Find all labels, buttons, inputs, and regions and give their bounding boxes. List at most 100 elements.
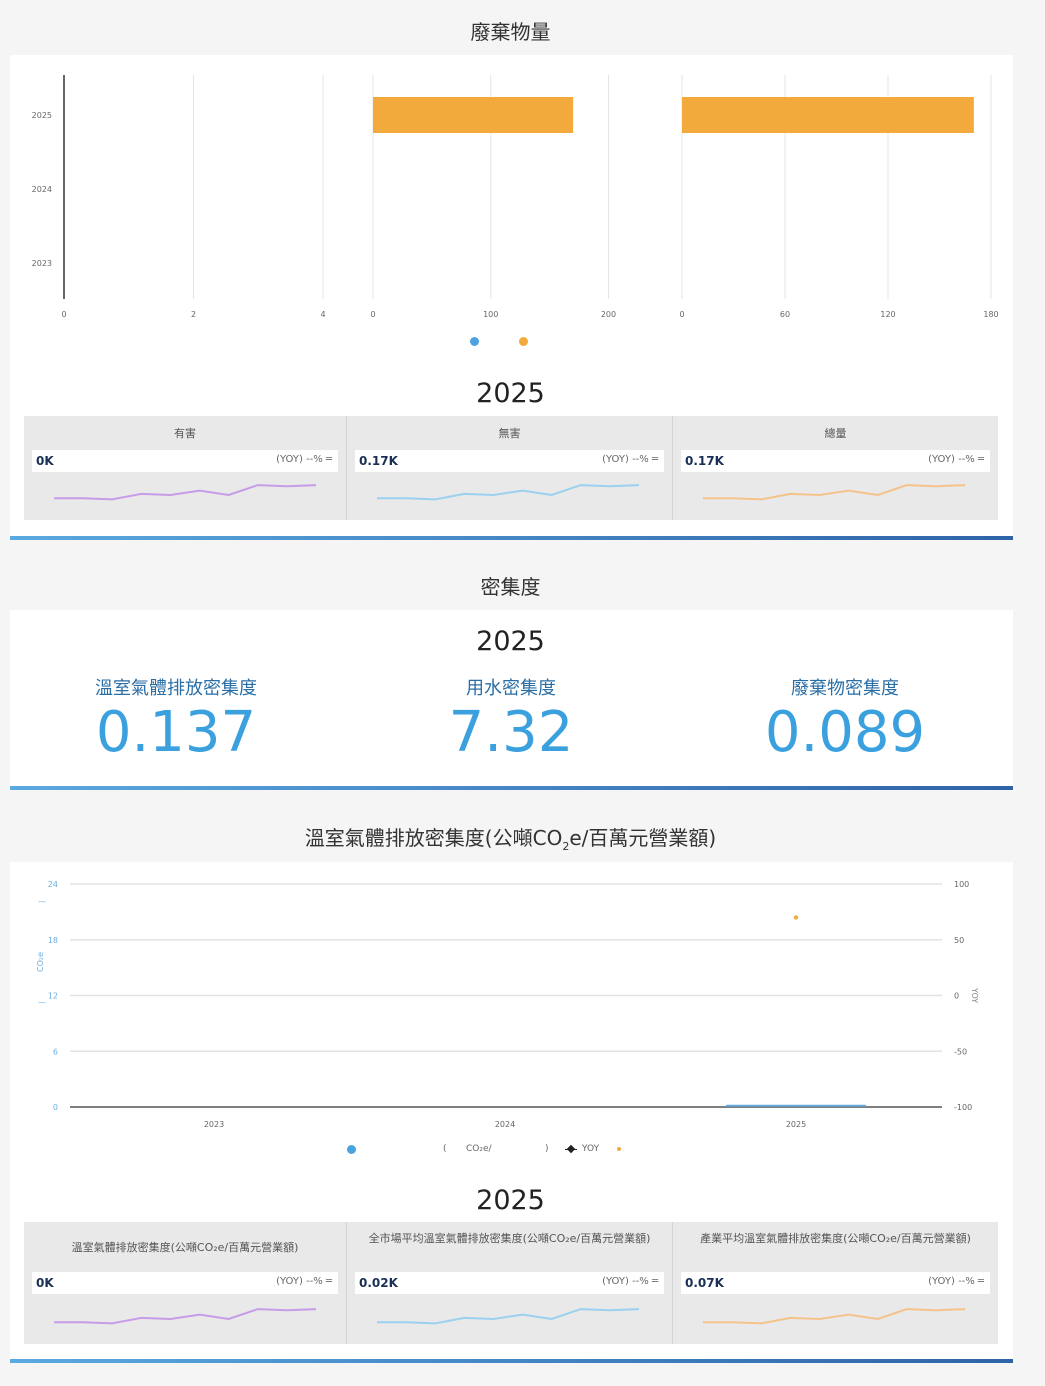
- x-tick-label: 2023: [204, 1120, 224, 1129]
- card-yoy: (YOY) --% ═: [928, 1276, 984, 1287]
- y-left-tick-label: 0: [53, 1103, 58, 1112]
- card-yoy: (YOY) --% ═: [602, 454, 658, 465]
- sparkline-path: [703, 1308, 966, 1325]
- kpi-label-waste: 廢棄物密集度: [791, 678, 899, 699]
- card-title: 溫室氣體排放密集度(公噸CO₂e/百萬元營業額): [71, 1241, 299, 1254]
- kpi-label-water: 用水密集度: [466, 678, 556, 699]
- card-value-box: 0K (YOY) --% ═: [32, 450, 338, 472]
- sparkline-path: [703, 484, 966, 501]
- y-right-tick-label: 0: [954, 992, 959, 1001]
- legend-dot-blue[interactable]: [470, 337, 479, 346]
- sparkline: [54, 1308, 317, 1325]
- x-tick-label: 4: [320, 310, 325, 319]
- waste-card-hazardous: 有害 0K (YOY) --% ═: [24, 416, 347, 520]
- ghg-line-chart: 24181260 100500-50-100 2023 2024 2025 — — …: [36, 880, 979, 1129]
- card-value-box: 0.02K (YOY) --% ═: [355, 1272, 664, 1294]
- card-value: 0K: [36, 1276, 54, 1290]
- legend-label-yoy: YOY: [582, 1144, 600, 1154]
- category-label: 2023: [32, 259, 52, 268]
- card-value-box: 0.17K (YOY) --% ═: [681, 450, 990, 472]
- ghg-card-market: 全市場平均溫室氣體排放密集度(公噸CO₂e/百萬元營業額) 0.02K (YOY…: [347, 1222, 673, 1344]
- section-divider: [10, 786, 1013, 790]
- intensity-title: 密集度: [480, 575, 541, 599]
- x-tick-label: 0: [370, 310, 375, 319]
- card-value-box: 0K (YOY) --% ═: [32, 1272, 338, 1294]
- sparkline-path: [377, 1308, 640, 1325]
- bar[interactable]: [373, 97, 574, 133]
- section-divider: [10, 1359, 1013, 1363]
- ghg-title-end: e/百萬元營業額): [569, 826, 717, 850]
- waste-title: 廢棄物量: [470, 20, 551, 44]
- kpi-value-ghg: 0.137: [95, 700, 257, 765]
- legend-dot-blue[interactable]: [347, 1145, 356, 1154]
- y-right-tick-label: 100: [954, 880, 969, 889]
- x-tick-label: 2025: [786, 1120, 806, 1129]
- y-left-tick-label: 6: [53, 1047, 58, 1056]
- waste-card-total: 總量 0.17K (YOY) --% ═: [673, 416, 998, 520]
- ghg-title-main: 溫室氣體排放密集度(公噸CO: [304, 826, 563, 850]
- card-yoy: (YOY) --% ═: [276, 454, 332, 465]
- card-value-box: 0.07K (YOY) --% ═: [681, 1272, 990, 1294]
- card-title: 產業平均溫室氣體排放密集度(公噸CO₂e/百萬元營業額): [700, 1232, 971, 1245]
- y-left-tick-label: 18: [48, 936, 58, 945]
- sparkline-path: [54, 1308, 317, 1325]
- card-title: 總量: [824, 427, 847, 440]
- kpi-label-ghg: 溫室氣體排放密集度: [95, 678, 257, 699]
- card-title: 全市場平均溫室氣體排放密集度(公噸CO₂e/百萬元營業額): [368, 1232, 651, 1245]
- x-tick-label: 2024: [495, 1120, 515, 1129]
- ghg-year: 2025: [476, 1185, 545, 1216]
- x-tick-label: 100: [483, 310, 498, 319]
- category-label: 2025: [32, 111, 52, 120]
- card-value: 0.17K: [359, 454, 398, 468]
- x-tick-label: 120: [880, 310, 895, 319]
- x-tick-label: 180: [983, 310, 998, 319]
- sparkline: [54, 484, 317, 501]
- ghg-card-company: 溫室氣體排放密集度(公噸CO₂e/百萬元營業額) 0K (YOY) --% ═: [24, 1222, 347, 1344]
- sparkline: [377, 1308, 640, 1325]
- card-title: 有害: [174, 427, 196, 440]
- card-value: 0.17K: [685, 454, 724, 468]
- category-label: 2024: [32, 185, 52, 194]
- card-yoy: (YOY) --% ═: [602, 1276, 658, 1287]
- sparkline: [703, 484, 966, 501]
- legend-label: ): [545, 1144, 549, 1154]
- sparkline-path: [377, 484, 640, 501]
- x-tick-label: 2: [191, 310, 196, 319]
- x-tick-label: 60: [780, 310, 790, 319]
- x-tick-label: 0: [679, 310, 684, 319]
- legend-label: (: [443, 1144, 447, 1154]
- y-right-tick-label: 50: [954, 936, 964, 945]
- card-value: 0K: [36, 454, 54, 468]
- series-point[interactable]: [793, 915, 799, 920]
- sparkline: [377, 484, 640, 501]
- intensity-year: 2025: [476, 626, 545, 657]
- card-yoy: (YOY) --% ═: [276, 1276, 332, 1287]
- y-left-tick-mark: —: [38, 998, 46, 1007]
- card-value-box: 0.17K (YOY) --% ═: [355, 450, 664, 472]
- waste-card-nonhazardous: 無害 0.17K (YOY) --% ═: [347, 416, 673, 520]
- y-left-tick-label: 24: [48, 880, 58, 889]
- kpi-value-water: 7.32: [448, 700, 574, 765]
- y-left-tick-mark: —: [38, 897, 46, 906]
- bar[interactable]: [682, 97, 974, 133]
- legend-dot-orange[interactable]: [519, 337, 528, 346]
- card-title: 無害: [498, 427, 521, 440]
- ghg-title: 溫室氣體排放密集度(公噸CO2e/百萬元營業額): [0, 822, 1021, 853]
- y-right-tick-label: -100: [954, 1103, 972, 1112]
- y-right-tick-label: -50: [954, 1047, 967, 1056]
- series-bar[interactable]: [726, 1104, 866, 1107]
- card-yoy: (YOY) --% ═: [928, 454, 984, 465]
- y-left-axis-label: CO₂e: [36, 952, 45, 972]
- card-value: 0.07K: [685, 1276, 724, 1290]
- kpi-value-waste: 0.089: [764, 700, 926, 765]
- y-right-axis-label: YOY: [970, 987, 979, 1003]
- card-value: 0.02K: [359, 1276, 398, 1290]
- ghg-card-industry: 產業平均溫室氣體排放密集度(公噸CO₂e/百萬元營業額) 0.07K (YOY)…: [673, 1222, 998, 1344]
- waste-year: 2025: [476, 378, 545, 409]
- y-left-tick-label: 12: [48, 992, 58, 1001]
- x-tick-label: 200: [601, 310, 616, 319]
- section-divider: [10, 536, 1013, 540]
- sparkline: [703, 1308, 966, 1325]
- sparkline-path: [54, 484, 317, 501]
- legend-dot-orange[interactable]: [617, 1147, 621, 1151]
